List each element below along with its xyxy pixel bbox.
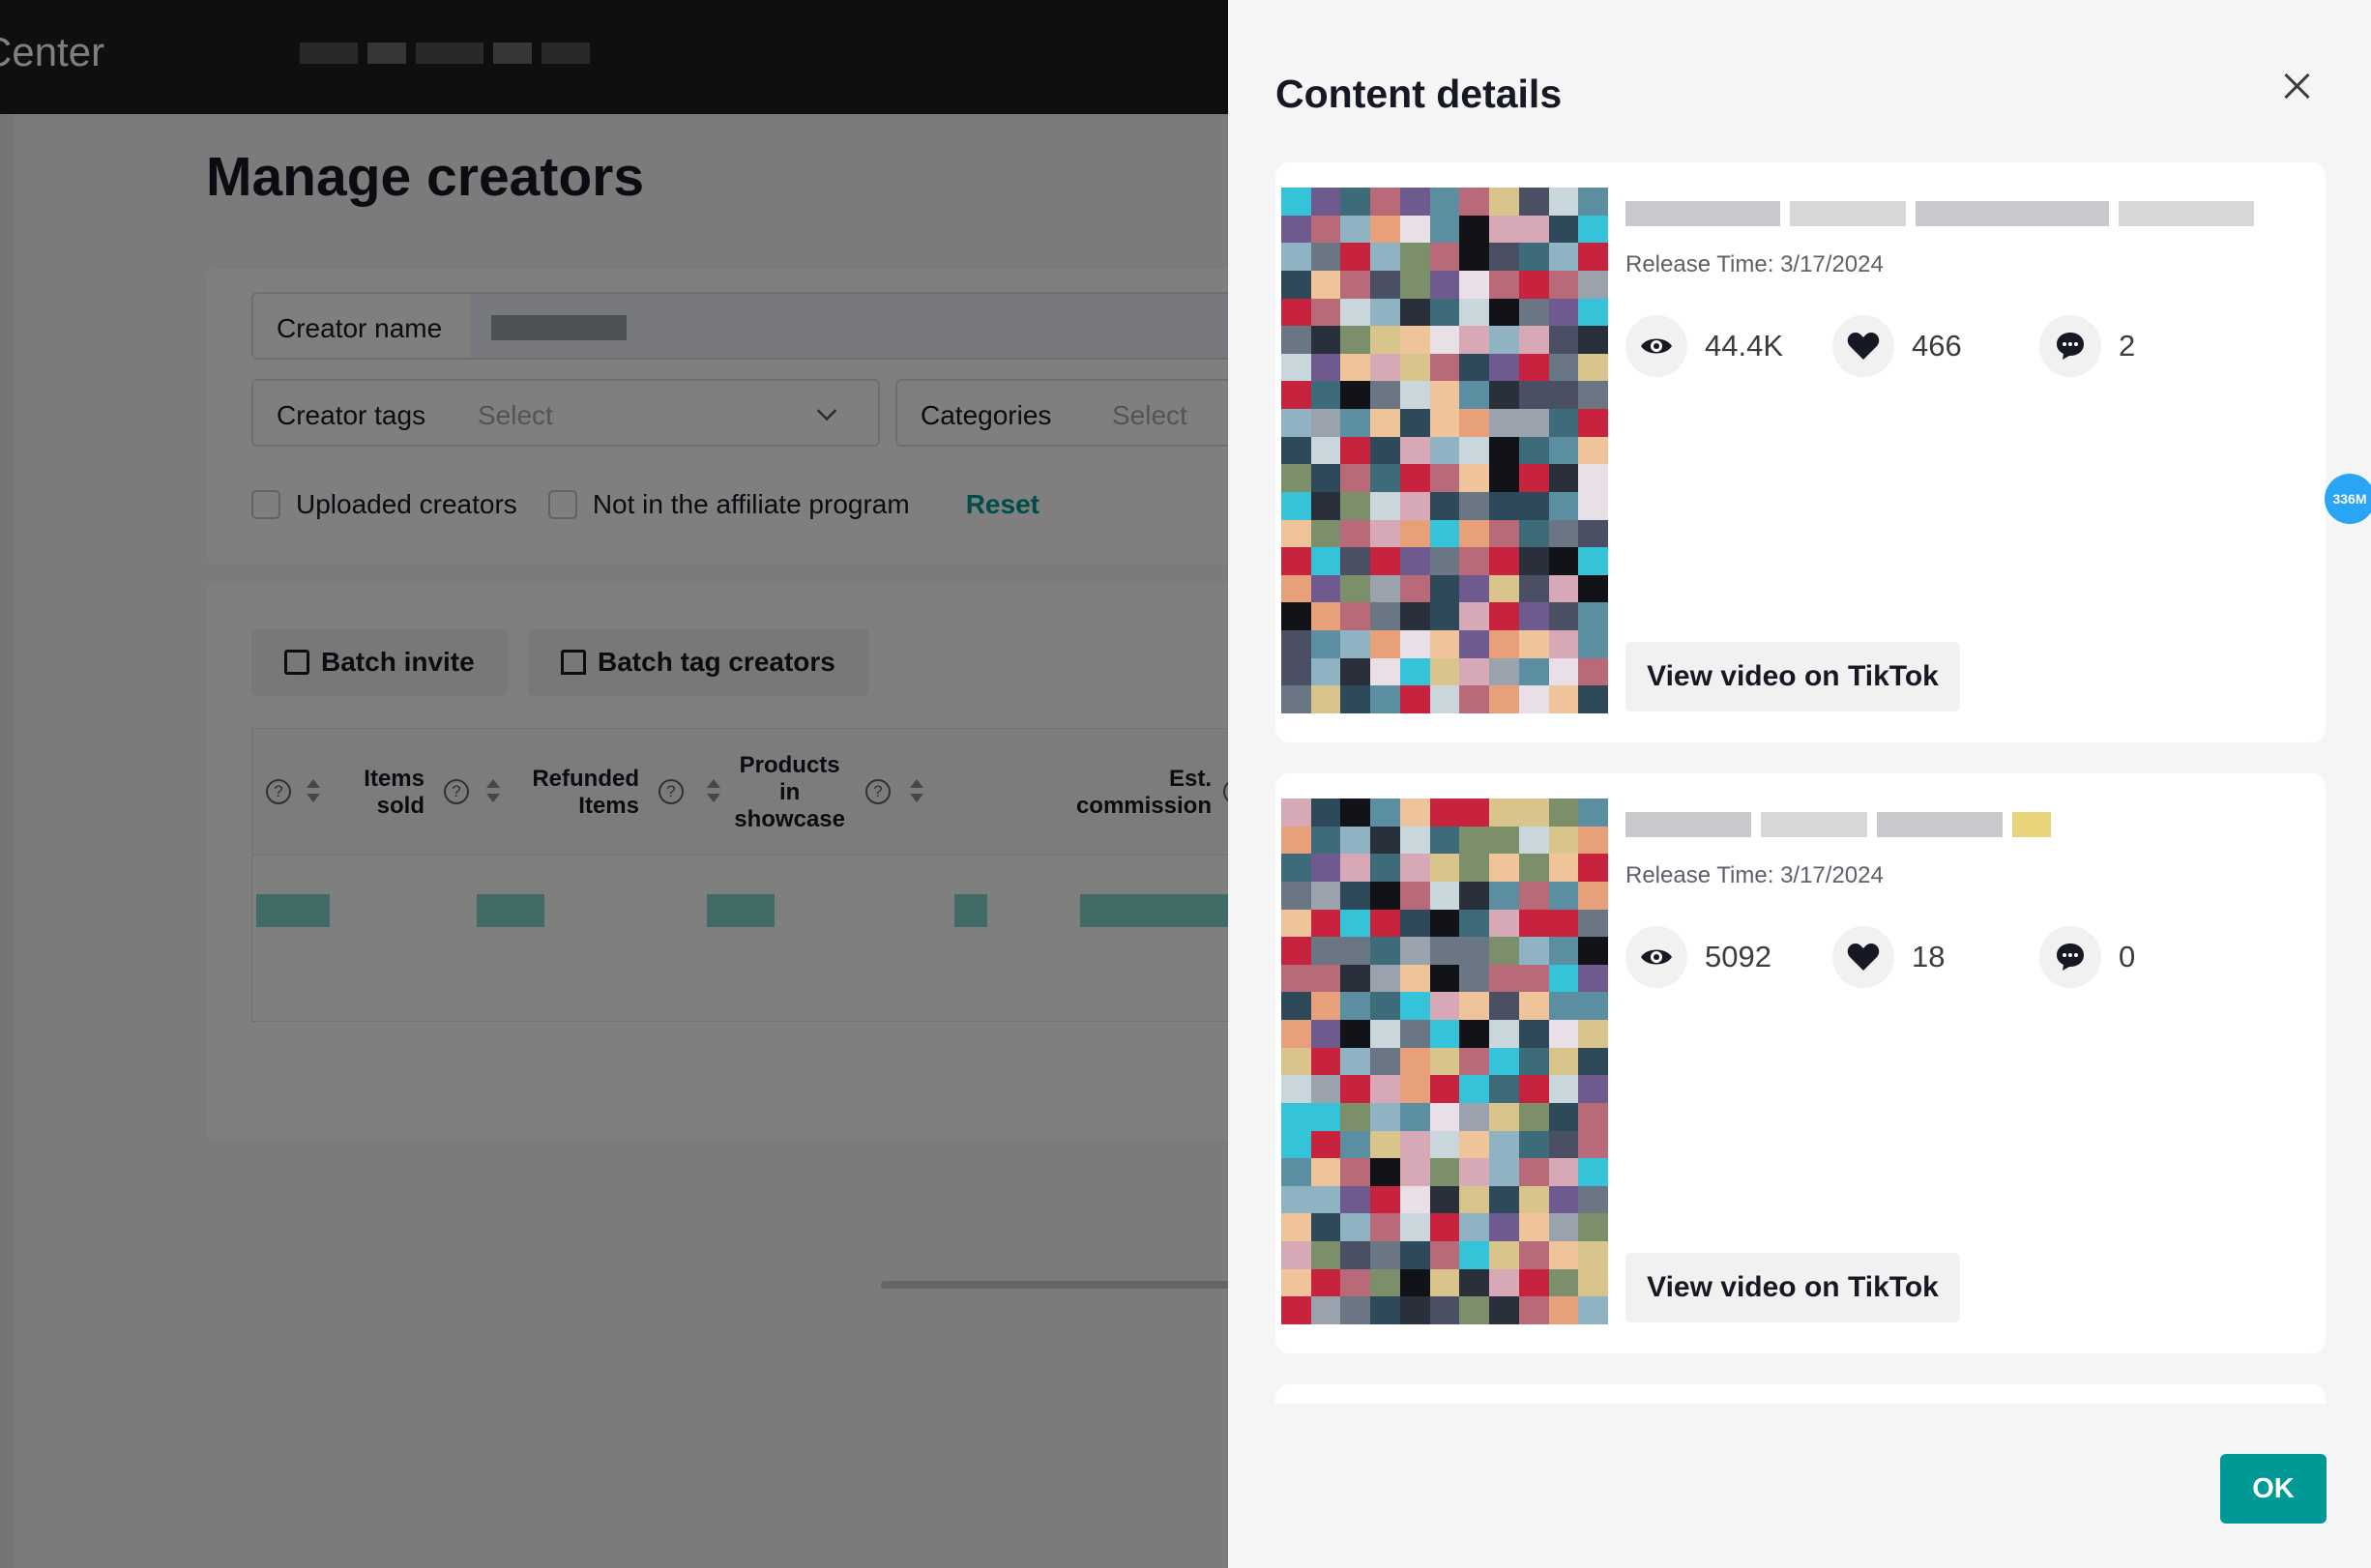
- comment-icon: [2039, 315, 2101, 377]
- drawer-title: Content details: [1275, 72, 1563, 116]
- video-title-redacted: [1625, 806, 2254, 841]
- release-time: Release Time: 3/17/2024: [1625, 862, 1884, 888]
- comment-icon: [2039, 926, 2101, 988]
- heart-icon: [1832, 926, 1894, 988]
- comments-stat: 2: [2039, 315, 2135, 377]
- eye-icon: [1625, 926, 1687, 988]
- view-video-on-tiktok-button[interactable]: View video on TikTok: [1625, 1253, 1960, 1322]
- views-stat: 44.4K: [1625, 315, 1783, 377]
- eye-icon: [1625, 315, 1687, 377]
- views-count: 44.4K: [1705, 329, 1784, 363]
- likes-stat: 18: [1832, 926, 1945, 988]
- video-card-partial: [1275, 1384, 2326, 1404]
- video-card: Release Time: 3/17/2024 44.4K 466 2 View…: [1275, 162, 2326, 742]
- release-time: Release Time: 3/17/2024: [1625, 251, 1884, 277]
- modal-overlay[interactable]: [0, 0, 1228, 1568]
- heart-icon: [1832, 315, 1894, 377]
- video-card: Release Time: 3/17/2024 5092 18 0 View v…: [1275, 773, 2326, 1353]
- likes-stat: 466: [1832, 315, 1962, 377]
- views-count: 5092: [1705, 940, 1771, 973]
- comments-stat: 0: [2039, 926, 2135, 988]
- view-video-on-tiktok-button[interactable]: View video on TikTok: [1625, 642, 1960, 711]
- video-title-redacted: [1625, 195, 2254, 230]
- likes-count: 466: [1912, 329, 1962, 363]
- ok-button[interactable]: OK: [2220, 1454, 2327, 1524]
- video-thumbnail[interactable]: [1281, 188, 1608, 713]
- comments-count: 2: [2119, 329, 2136, 363]
- video-thumbnail[interactable]: [1281, 799, 1608, 1324]
- comments-count: 0: [2119, 940, 2136, 973]
- likes-count: 18: [1912, 940, 1946, 973]
- views-stat: 5092: [1625, 926, 1771, 988]
- close-icon[interactable]: [2280, 70, 2313, 102]
- floating-badge[interactable]: 336M: [2325, 474, 2371, 524]
- content-details-drawer: Content details Release Time: 3/17/2024 …: [1228, 0, 2371, 1568]
